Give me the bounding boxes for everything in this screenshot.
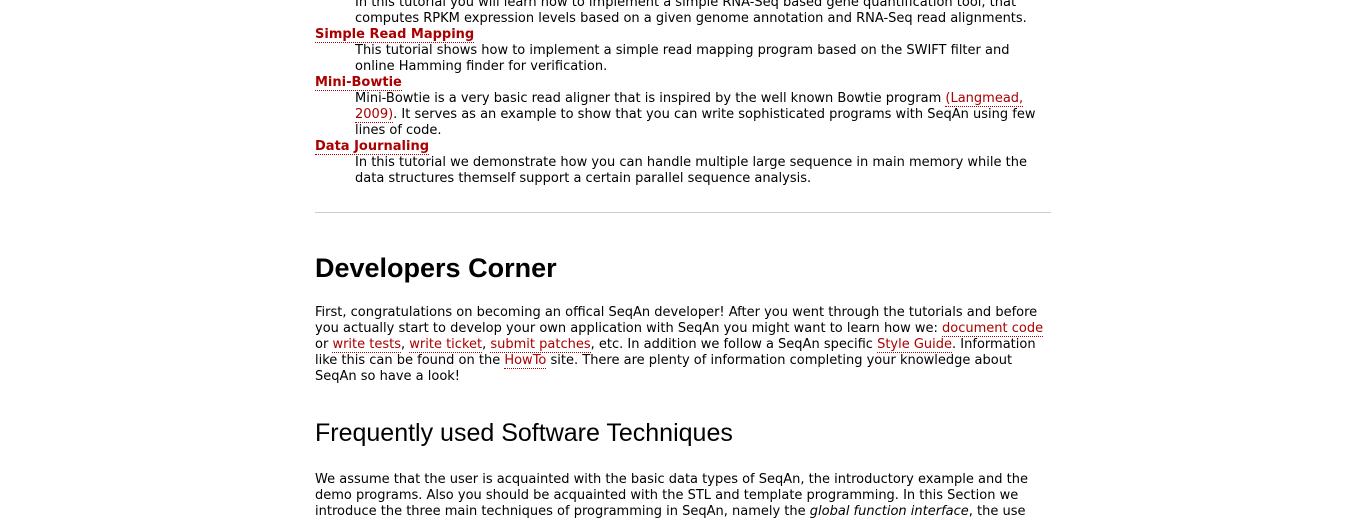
tutorial-item-mini-bowtie: Mini-Bowtie Mini-Bowtie is a very basic … [315,75,1051,139]
paragraph-emphasis: global function interface [809,504,969,519]
tutorial-link-data-journaling[interactable]: Data Journaling [315,139,430,155]
document-code-link[interactable]: document code [942,321,1044,337]
write-ticket-link[interactable]: write ticket [409,337,483,353]
tutorial-link-simple-read-mapping[interactable]: Simple Read Mapping [315,27,475,43]
tutorial-item-data-journaling: Data Journaling In this tutorial we demo… [315,139,1051,187]
tutorial-desc: In this tutorial we demonstrate how you … [355,155,1027,186]
developers-paragraph: First, congratulations on becoming an of… [315,305,1051,385]
paragraph-text: First, congratulations on becoming an of… [315,305,1038,336]
paragraph-text: or [315,337,333,352]
style-guide-link[interactable]: Style Guide [877,337,953,353]
tutorial-desc: This tutorial shows how to implement a s… [355,43,1010,74]
tutorial-desc-text: Mini-Bowtie is a very basic read aligner… [355,91,946,106]
developers-corner-heading: Developers Corner [315,253,557,283]
software-techniques-heading: Frequently used Software Techniques [315,419,733,447]
techniques-paragraph: We assume that the user is acquainted wi… [315,472,1051,520]
tutorial-link-mini-bowtie[interactable]: Mini-Bowtie [315,75,402,91]
paragraph-text: , the use [968,504,1026,519]
paragraph-text: , etc. In addition we follow a SeqAn spe… [590,337,878,352]
document-content: In this tutorial you will learn how to i… [315,0,1051,520]
tutorial-desc-text: . It serves as an example to show that y… [355,107,1036,138]
tutorial-desc: Mini-Bowtie is a very basic read aligner… [355,91,1051,139]
write-tests-link[interactable]: write tests [332,337,401,353]
tutorial-list: In this tutorial you will learn how to i… [315,0,1051,187]
submit-patches-link[interactable]: submit patches [490,337,591,353]
tutorial-item-rna-seq: In this tutorial you will learn how to i… [315,0,1051,27]
section-divider [315,212,1051,213]
tutorial-item-simple-read-mapping: Simple Read Mapping This tutorial shows … [315,27,1051,75]
tutorial-desc: In this tutorial you will learn how to i… [355,0,1027,26]
howto-link[interactable]: HowTo [504,353,547,369]
